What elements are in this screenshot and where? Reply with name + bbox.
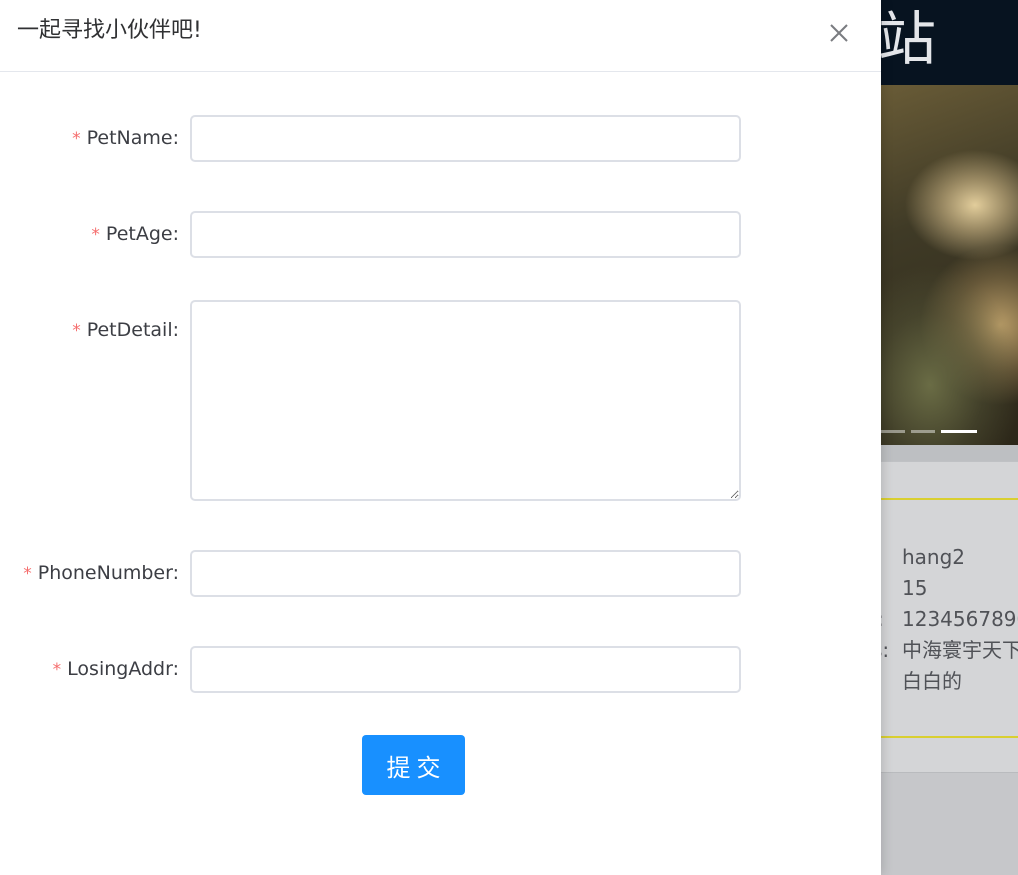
pet-name-label-text: PetName:: [86, 127, 179, 149]
phone-number-input[interactable]: [190, 550, 741, 597]
drawer-title: 一起寻找小伙伴吧!: [17, 18, 202, 43]
close-button[interactable]: [824, 18, 854, 48]
drawer-header: 一起寻找小伙伴吧!: [0, 0, 881, 72]
pet-age-label-text: PetAge:: [105, 223, 179, 245]
site-title: 站: [878, 5, 937, 73]
pet-detail-textarea[interactable]: [190, 300, 741, 501]
losing-addr-input[interactable]: [190, 646, 741, 693]
find-pet-drawer: 一起寻找小伙伴吧! * PetName: * PetAge: * PetDetail:…: [0, 0, 881, 875]
submit-button[interactable]: 提交: [362, 735, 465, 795]
phone-number-label: * PhoneNumber:: [23, 550, 179, 597]
losing-addr-label-text: LosingAddr:: [67, 658, 179, 680]
carousel-indicator[interactable]: [878, 430, 905, 433]
info-value-name: hang2: [902, 545, 966, 569]
pet-name-label: * PetName:: [72, 115, 179, 162]
pet-age-label: * PetAge:: [91, 211, 179, 258]
carousel-indicator[interactable]: [911, 430, 935, 433]
losing-addr-label: * LosingAddr:: [53, 646, 179, 693]
close-icon: [830, 24, 848, 42]
phone-number-label-text: PhoneNumber:: [37, 562, 179, 584]
info-value-phone: 1234567890: [902, 607, 1018, 631]
info-value-address: 中海寰宇天下: [902, 638, 1018, 662]
pet-name-input[interactable]: [190, 115, 741, 162]
required-marker: *: [91, 225, 100, 245]
carousel-indicator-active[interactable]: [941, 430, 977, 433]
required-marker: *: [72, 321, 81, 341]
required-marker: *: [72, 129, 81, 149]
pet-detail-label-text: PetDetail:: [86, 319, 179, 341]
required-marker: *: [23, 564, 32, 584]
pet-detail-label: * PetDetail:: [72, 307, 179, 354]
required-marker: *: [52, 660, 62, 680]
info-value-detail: 白白的: [902, 669, 962, 693]
pet-age-input[interactable]: [190, 211, 741, 258]
info-value-age: 15: [902, 576, 928, 600]
